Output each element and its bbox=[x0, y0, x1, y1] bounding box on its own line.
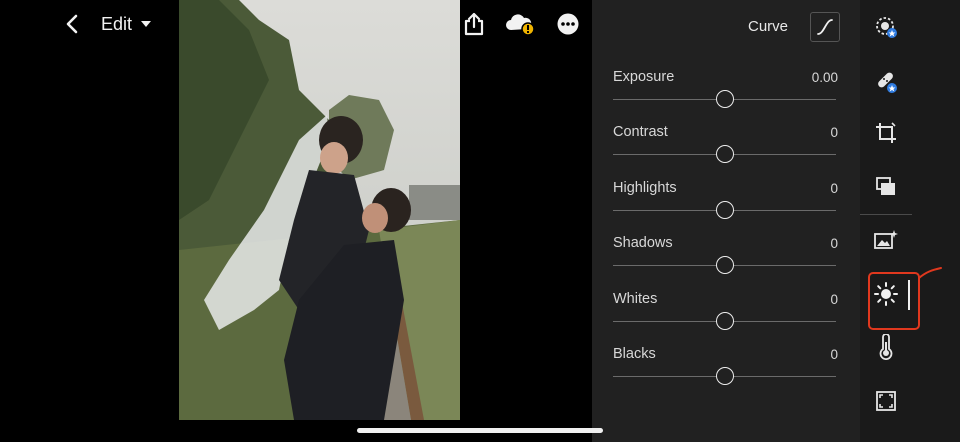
slider-value: 0 bbox=[830, 125, 838, 140]
selective-edit-button[interactable] bbox=[870, 11, 902, 43]
slider-thumb[interactable] bbox=[715, 90, 734, 108]
exposure-slider-group: Exposure 0.00 bbox=[613, 69, 838, 119]
slider-label: Highlights bbox=[613, 180, 677, 196]
photo-canvas[interactable] bbox=[179, 0, 460, 420]
more-options-icon bbox=[557, 13, 579, 35]
curve-button[interactable] bbox=[810, 12, 840, 42]
slider-thumb[interactable] bbox=[715, 145, 734, 163]
healing-brush-icon bbox=[878, 72, 897, 93]
slider-value: 0 bbox=[830, 347, 838, 362]
curve-row: Curve bbox=[592, 12, 840, 42]
crop-button[interactable] bbox=[870, 117, 902, 149]
slider-label: Shadows bbox=[613, 235, 673, 251]
slider-label: Blacks bbox=[613, 346, 656, 362]
selective-edit-icon bbox=[876, 17, 897, 38]
slider-value: 0.00 bbox=[811, 70, 838, 85]
light-adjustments-panel: Curve Exposure 0.00 Contrast 0 Highlight… bbox=[592, 0, 860, 442]
color-button[interactable] bbox=[870, 331, 902, 363]
edit-mode-label: Edit bbox=[101, 13, 133, 34]
whites-slider[interactable] bbox=[613, 312, 836, 330]
presets-icon bbox=[876, 177, 895, 195]
exposure-slider[interactable] bbox=[613, 90, 836, 108]
chevron-left-icon bbox=[66, 14, 78, 34]
presets-button[interactable] bbox=[870, 171, 902, 203]
more-options-button[interactable] bbox=[554, 10, 582, 38]
wedding-photo-image bbox=[179, 0, 460, 420]
light-icon bbox=[874, 282, 898, 306]
cloud-sync-warning-icon bbox=[506, 14, 535, 36]
slider-thumb[interactable] bbox=[715, 256, 734, 274]
edit-mode-dropdown[interactable]: Edit bbox=[101, 12, 152, 36]
share-icon bbox=[464, 12, 484, 36]
slider-value: 0 bbox=[830, 181, 838, 196]
slider-thumb[interactable] bbox=[715, 312, 734, 330]
slider-label: Contrast bbox=[613, 124, 668, 140]
highlights-slider[interactable] bbox=[613, 201, 836, 219]
slider-value: 0 bbox=[830, 292, 838, 307]
curve-icon bbox=[817, 19, 833, 35]
cloud-sync-button[interactable] bbox=[504, 10, 536, 38]
light-button[interactable] bbox=[870, 278, 902, 310]
active-tool-indicator bbox=[908, 280, 910, 310]
blacks-slider-group: Blacks 0 bbox=[613, 346, 838, 396]
healing-brush-button[interactable] bbox=[870, 66, 902, 98]
toolbar-separator bbox=[860, 214, 912, 215]
auto-button[interactable] bbox=[870, 224, 902, 256]
effects-icon bbox=[876, 391, 896, 411]
home-indicator[interactable] bbox=[357, 428, 603, 433]
slider-thumb[interactable] bbox=[715, 367, 734, 385]
blacks-slider[interactable] bbox=[613, 367, 836, 385]
contrast-slider[interactable] bbox=[613, 145, 836, 163]
back-button[interactable] bbox=[58, 10, 86, 38]
curve-label: Curve bbox=[747, 18, 788, 35]
color-temperature-icon bbox=[879, 334, 893, 360]
share-button[interactable] bbox=[460, 10, 488, 38]
highlights-slider-group: Highlights 0 bbox=[613, 180, 838, 230]
shadows-slider-group: Shadows 0 bbox=[613, 235, 838, 285]
effects-button[interactable] bbox=[870, 385, 902, 417]
auto-icon bbox=[874, 230, 898, 249]
contrast-slider-group: Contrast 0 bbox=[613, 124, 838, 174]
slider-label: Whites bbox=[613, 291, 658, 307]
crop-icon bbox=[876, 122, 896, 143]
slider-value: 0 bbox=[830, 236, 838, 251]
shadows-slider[interactable] bbox=[613, 256, 836, 274]
caret-down-icon bbox=[141, 21, 152, 27]
slider-thumb[interactable] bbox=[715, 201, 734, 219]
slider-label: Exposure bbox=[613, 69, 675, 85]
edit-tools-toolbar bbox=[860, 0, 960, 442]
whites-slider-group: Whites 0 bbox=[613, 291, 838, 341]
